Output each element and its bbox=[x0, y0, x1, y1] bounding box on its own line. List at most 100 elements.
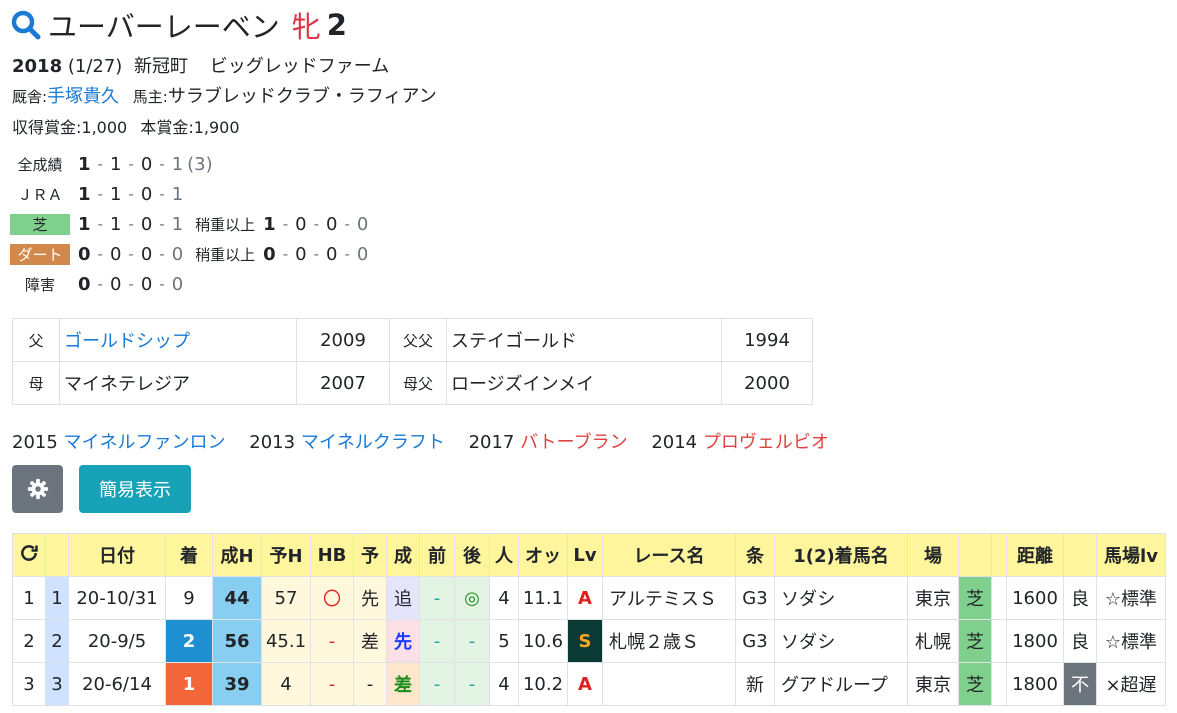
header-sei[interactable]: 成 bbox=[386, 533, 420, 577]
record-all: 全成績 1- 1- 0- 1 (3) bbox=[10, 151, 212, 177]
sei-value: 追 bbox=[386, 576, 420, 620]
header-label bbox=[45, 533, 69, 577]
record-sub-seconds: 0 bbox=[295, 213, 307, 235]
track-condition: 不 bbox=[1063, 662, 1097, 706]
refresh-header[interactable] bbox=[12, 533, 46, 577]
header-jou[interactable]: 条 bbox=[735, 533, 775, 577]
record-sub-thirds: 0 bbox=[326, 213, 338, 235]
race-grade: 新 bbox=[735, 662, 775, 706]
table-row[interactable]: 2 2 20-9/5 2 56 45.1 - 差 先 - - 5 10.6 S … bbox=[12, 619, 1166, 663]
header-place[interactable]: 場 bbox=[907, 533, 959, 577]
birth-date: (1/27) bbox=[67, 56, 123, 77]
header-yo[interactable]: 予 bbox=[353, 533, 387, 577]
header-date[interactable]: 日付 bbox=[68, 533, 166, 577]
race-name[interactable]: アルテミスＳ bbox=[602, 576, 736, 620]
header-winner[interactable]: 1(2)着馬名 bbox=[774, 533, 908, 577]
record-thirds: 0 bbox=[140, 153, 153, 175]
race-level: A bbox=[567, 662, 603, 706]
record-wins: 1 bbox=[78, 183, 91, 205]
horse-age: 2 bbox=[326, 8, 347, 42]
table-row[interactable]: 1 1 20-10/31 9 44 57 〇 先 追 - ◎ 4 11.1 A … bbox=[12, 576, 1166, 620]
record-thirds: 0 bbox=[140, 213, 153, 235]
mae-value: - bbox=[419, 662, 455, 706]
winner-name[interactable]: ソダシ bbox=[774, 619, 908, 663]
header-yh[interactable]: 予H bbox=[261, 533, 311, 577]
record-jra: ＪＲＡ 1- 1- 0- 1 bbox=[10, 181, 183, 207]
yh-value: 4 bbox=[261, 662, 311, 706]
record-thirds: 0 bbox=[140, 273, 153, 295]
birth-place: 新冠町 bbox=[134, 56, 189, 77]
sire-link[interactable]: ゴールドシップ bbox=[59, 318, 297, 362]
race-level: S bbox=[567, 619, 603, 663]
record-seconds: 0 bbox=[109, 243, 122, 265]
sh-value: 39 bbox=[212, 662, 262, 706]
record-sub-seconds: 0 bbox=[295, 243, 307, 265]
header-baba[interactable]: 馬場lv bbox=[1096, 533, 1166, 577]
row-number: 3 bbox=[12, 662, 46, 706]
record-thirds: 0 bbox=[140, 183, 153, 205]
record-wins: 0 bbox=[78, 243, 91, 265]
race-name[interactable]: 札幌２歳Ｓ bbox=[602, 619, 736, 663]
sibling-link[interactable]: マイネルクラフト bbox=[301, 432, 445, 453]
dam-sire-label: 母父 bbox=[389, 361, 447, 405]
record-seconds: 1 bbox=[109, 153, 122, 175]
record-seconds: 0 bbox=[109, 273, 122, 295]
header-lv[interactable]: Lv bbox=[567, 533, 603, 577]
header-odds[interactable]: オッ bbox=[518, 533, 568, 577]
header-sh[interactable]: 成H bbox=[212, 533, 262, 577]
header-mae[interactable]: 前 bbox=[419, 533, 455, 577]
sibling-link[interactable]: マイネルファンロン bbox=[64, 432, 226, 453]
venue: 東京 bbox=[907, 576, 959, 620]
popularity: 5 bbox=[489, 619, 519, 663]
finish-rank: 1 bbox=[165, 662, 213, 706]
prize-info: 収得賞金:1,000 本賞金:1,900 bbox=[12, 114, 240, 138]
header-dist[interactable]: 距離 bbox=[1006, 533, 1064, 577]
main-label: 本賞金: bbox=[140, 118, 194, 137]
record-seconds: 1 bbox=[109, 213, 122, 235]
race-grade: G3 bbox=[735, 619, 775, 663]
sire-label: 父 bbox=[12, 318, 60, 362]
mae-value: - bbox=[419, 619, 455, 663]
sire-year: 2009 bbox=[296, 318, 390, 362]
track-level: ☆標準 bbox=[1096, 576, 1166, 620]
sibling-link[interactable]: バトーブラン bbox=[520, 432, 627, 453]
trainer-label: 厩舎: bbox=[12, 88, 48, 106]
record-sub-label: 稍重以上 bbox=[195, 215, 256, 234]
siblings: 2015 マイネルファンロン 2013 マイネルクラフト 2017 バトーブラン… bbox=[12, 428, 847, 454]
race-name[interactable] bbox=[602, 662, 736, 706]
header-rank[interactable]: 着 bbox=[165, 533, 213, 577]
header-race[interactable]: レース名 bbox=[602, 533, 736, 577]
simple-view-button[interactable]: 簡易表示 bbox=[79, 465, 191, 513]
trainer-link[interactable]: 手塚貴久 bbox=[47, 86, 119, 107]
row-number: 1 bbox=[12, 576, 46, 620]
search-icon[interactable] bbox=[10, 9, 42, 41]
record-sub-wins: 0 bbox=[263, 243, 276, 265]
pedigree-row-dam: 母 マイネテレジア 2007 母父 ロージズインメイ 2000 bbox=[12, 361, 813, 405]
header-hb[interactable]: HB bbox=[310, 533, 354, 577]
header-nin[interactable]: 人 bbox=[489, 533, 519, 577]
pedigree-table: 父 ゴールドシップ 2009 父父 ステイゴールド 1994 母 マイネテレジア… bbox=[12, 318, 813, 405]
hb-value: - bbox=[310, 662, 354, 706]
record-turf: 芝 1- 1- 0- 1 稍重以上 1- 0- 0- 0 bbox=[10, 211, 368, 237]
race-level: A bbox=[567, 576, 603, 620]
race-date: 20-10/31 bbox=[68, 576, 166, 620]
row-label: 3 bbox=[45, 662, 69, 706]
record-sub-label: 稍重以上 bbox=[195, 245, 256, 264]
record-others: 1 bbox=[171, 153, 184, 175]
sibling-item: 2013 マイネルクラフト bbox=[249, 432, 445, 453]
sire-sire: ステイゴールド bbox=[446, 318, 722, 362]
pedigree-row-sire: 父 ゴールドシップ 2009 父父 ステイゴールド 1994 bbox=[12, 318, 813, 362]
header-ato[interactable]: 後 bbox=[454, 533, 490, 577]
winner-name[interactable]: グアドループ bbox=[774, 662, 908, 706]
mae-value: - bbox=[419, 576, 455, 620]
earned-label: 収得賞金: bbox=[12, 118, 82, 137]
record-label: 全成績 bbox=[17, 155, 63, 174]
sibling-link[interactable]: プロヴェルビオ bbox=[703, 432, 829, 453]
sibling-item: 2014 プロヴェルビオ bbox=[651, 432, 829, 453]
settings-button[interactable] bbox=[12, 465, 63, 513]
table-row[interactable]: 3 3 20-6/14 1 39 4 - - 差 - - 4 10.2 A 新 … bbox=[12, 662, 1166, 706]
track-level: ×超遅 bbox=[1096, 662, 1166, 706]
winner-name[interactable]: ソダシ bbox=[774, 576, 908, 620]
ato-value: - bbox=[454, 662, 490, 706]
stable-info: 厩舎:手塚貴久 馬主:サラブレッドクラブ・ラフィアン bbox=[12, 82, 437, 108]
